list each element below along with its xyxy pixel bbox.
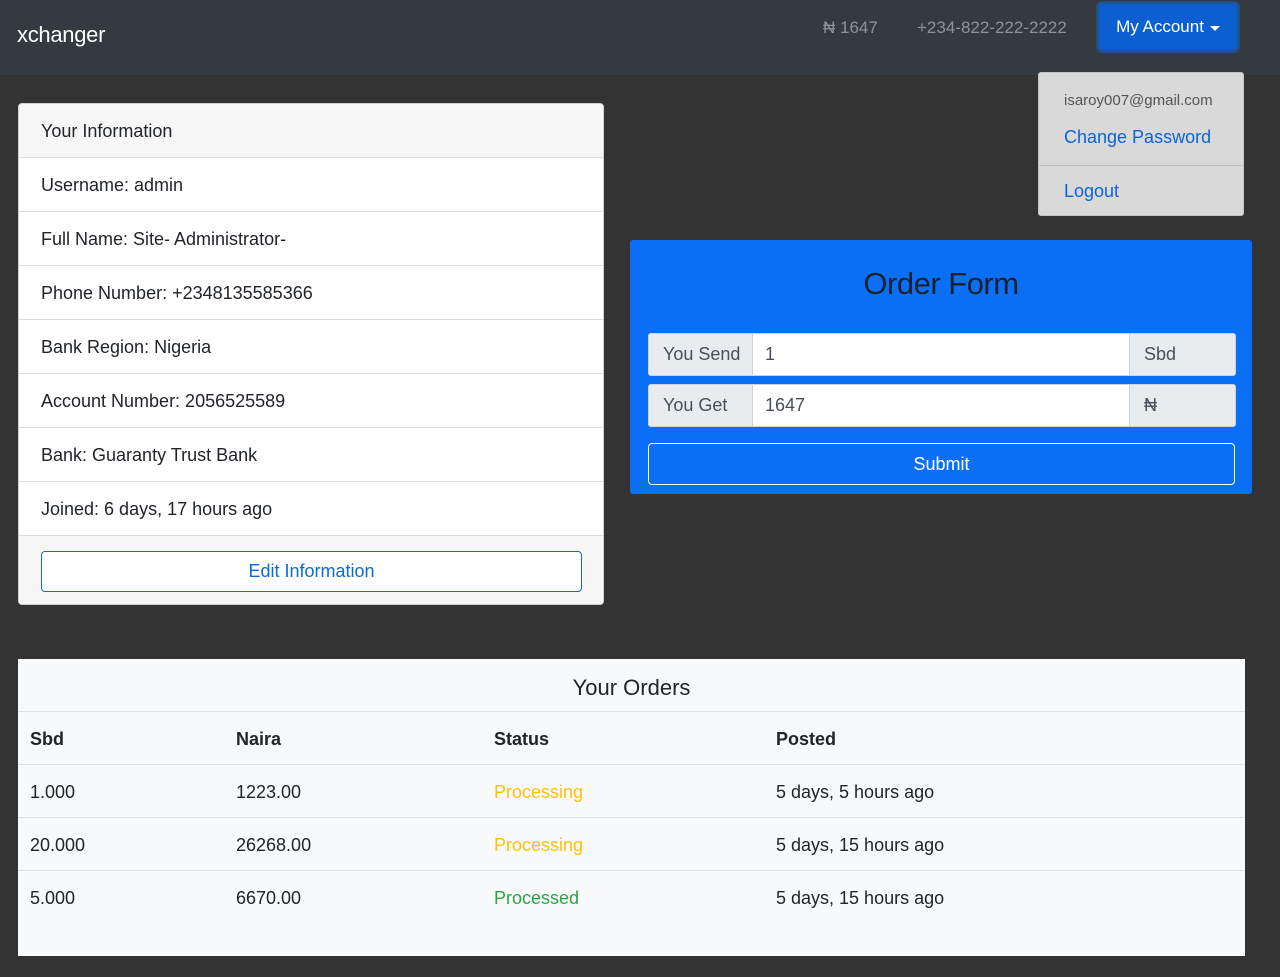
info-joined: Joined: 6 days, 17 hours ago: [19, 482, 603, 536]
edit-information-button[interactable]: Edit Information: [41, 551, 582, 592]
brand-link[interactable]: xchanger: [17, 22, 105, 48]
get-label: You Get: [648, 384, 753, 427]
status-badge: Processing: [494, 835, 584, 855]
orders-title: Your Orders: [18, 659, 1245, 712]
user-info-card: Your Information Username: admin Full Na…: [18, 103, 604, 605]
cell-naira: 1223.00: [236, 782, 302, 802]
my-account-button[interactable]: My Account: [1098, 3, 1238, 51]
cell-posted: 5 days, 15 hours ago: [776, 835, 945, 855]
phone-display: +234-822-222-2222: [917, 18, 1067, 37]
column-header-naira: Naira: [236, 729, 282, 749]
submit-button[interactable]: Submit: [648, 443, 1235, 485]
cell-sbd: 1.000: [30, 782, 76, 802]
info-card-footer: Edit Information: [19, 536, 603, 604]
info-username: Username: admin: [19, 158, 603, 212]
logout-link[interactable]: Logout: [1064, 181, 1119, 202]
cell-posted: 5 days, 5 hours ago: [776, 782, 935, 802]
orders-header-row: Sbd Naira Status Posted: [18, 712, 1245, 765]
cell-naira: 26268.00: [236, 835, 312, 855]
info-bank-region: Bank Region: Nigeria: [19, 320, 603, 374]
info-card-header: Your Information: [19, 104, 603, 158]
get-amount-input[interactable]: [753, 384, 1129, 427]
order-form-title: Order Form: [863, 266, 1019, 301]
account-email: isaroy007@gmail.com: [1064, 92, 1213, 109]
send-label: You Send: [648, 333, 753, 376]
status-badge: Processed: [494, 888, 580, 908]
order-form: Order Form You Send Sbd You Get ₦ Submit: [630, 240, 1252, 494]
cell-naira: 6670.00: [236, 888, 302, 908]
column-header-status: Status: [494, 729, 550, 749]
info-phone-number: Phone Number: +2348135585366: [19, 266, 603, 320]
get-currency: ₦: [1129, 384, 1236, 427]
info-bank: Bank: Guaranty Trust Bank: [19, 428, 603, 482]
balance-display: ₦ 1647: [823, 18, 878, 37]
navbar: xchanger ₦ 1647 +234-822-222-2222 My Acc…: [0, 0, 1280, 75]
caret-down-icon: [1209, 25, 1220, 31]
status-badge: Processing: [494, 782, 584, 802]
column-header-sbd: Sbd: [30, 729, 64, 749]
send-field-group: You Send Sbd: [648, 333, 1236, 376]
change-password-link[interactable]: Change Password: [1064, 127, 1211, 148]
info-full-name: Full Name: Site- Administrator-: [19, 212, 603, 266]
my-account-label: My Account: [1116, 17, 1204, 36]
cell-sbd: 5.000: [30, 888, 76, 908]
table-row: 20.000 26268.00 Processing 5 days, 15 ho…: [18, 818, 1245, 871]
get-field-group: You Get ₦: [648, 384, 1236, 427]
orders-table: Your Orders Sbd Naira Status Posted 1.00…: [18, 659, 1245, 956]
account-dropdown-menu: isaroy007@gmail.com Change Password Logo…: [1038, 72, 1244, 216]
info-account-number: Account Number: 2056525589: [19, 374, 603, 428]
dropdown-divider: [1039, 165, 1243, 166]
cell-sbd: 20.000: [30, 835, 86, 855]
cell-posted: 5 days, 15 hours ago: [776, 888, 945, 908]
send-amount-input[interactable]: [753, 333, 1129, 376]
send-currency: Sbd: [1129, 333, 1236, 376]
table-row: 1.000 1223.00 Processing 5 days, 5 hours…: [18, 765, 1245, 818]
column-header-posted: Posted: [776, 729, 837, 749]
table-row: 5.000 6670.00 Processed 5 days, 15 hours…: [18, 871, 1245, 924]
